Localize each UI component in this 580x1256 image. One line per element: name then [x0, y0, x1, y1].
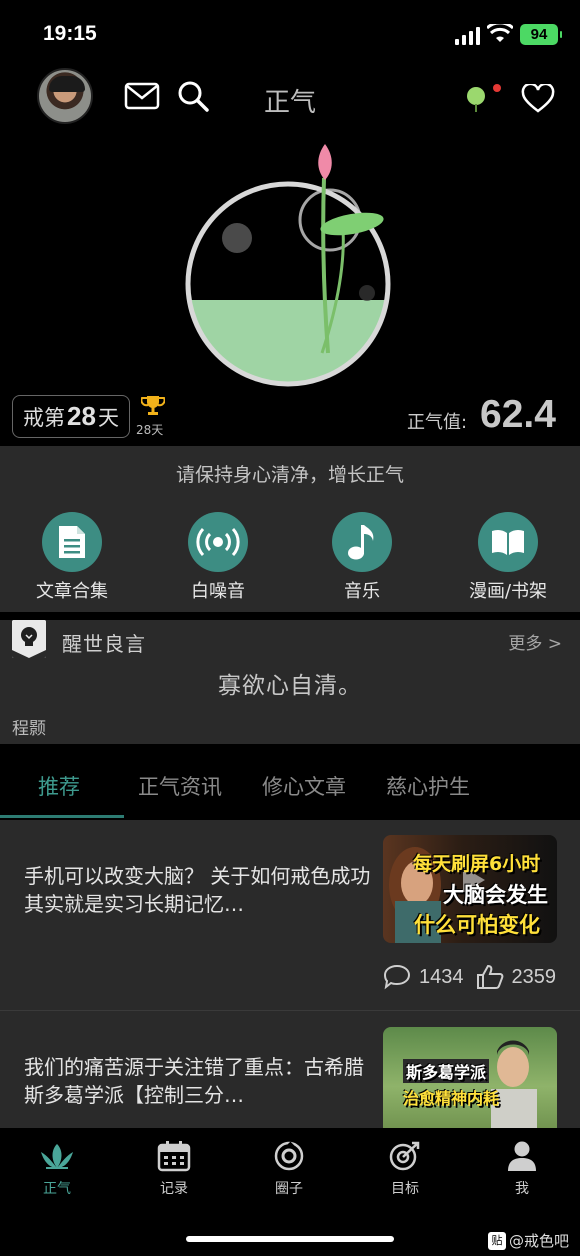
article-thumbnail[interactable]: 每天刷屏6小时 大脑会发生 什么可怕变化	[383, 835, 557, 943]
bottom-nav: 正气 记录 圈子 目标 我 贴 @戒色吧	[0, 1128, 580, 1256]
feed-tabs: 推荐 正气资讯 修心文章 慈心护生	[0, 752, 580, 818]
page-title: 正气	[263, 88, 316, 118]
nav-label: 圈子	[275, 1181, 303, 1197]
search-icon[interactable]	[177, 80, 209, 112]
nav-label: 目标	[391, 1181, 419, 1197]
streak-suffix: 天	[97, 405, 119, 430]
wise-words-card[interactable]: 醒世良言 更多 > 寡欲心自清。 程颢	[0, 620, 580, 744]
article-feed: 手机可以改变大脑？ 关于如何戒色成功其实就是实习长期记忆… 每天刷屏6小时 大脑…	[0, 820, 580, 1128]
tab-news[interactable]: 正气资讯	[138, 771, 222, 801]
heart-icon[interactable]	[521, 84, 555, 114]
quote-author: 程颢	[12, 719, 46, 739]
tab-recommended[interactable]: 推荐	[38, 771, 80, 801]
status-time: 19:15	[43, 22, 97, 45]
watermark: 贴 @戒色吧	[488, 1230, 569, 1251]
wifi-icon	[487, 24, 513, 42]
nav-goals[interactable]: 目标	[365, 1140, 445, 1198]
action-comics-bookshelf[interactable]: 漫画/书架	[443, 512, 573, 603]
streak-prefix: 戒第	[23, 405, 66, 430]
wise-words-title: 醒世良言	[62, 632, 146, 656]
nav-circle[interactable]: 圈子	[249, 1140, 329, 1198]
action-articles[interactable]: 文章合集	[7, 512, 137, 603]
home-indicator[interactable]	[186, 1236, 394, 1242]
thumbnail-caption: 每天刷屏6小时	[413, 853, 541, 875]
mail-icon[interactable]	[124, 82, 160, 110]
avatar[interactable]	[37, 68, 93, 124]
article-stats: 1434 2359	[383, 964, 556, 990]
document-icon	[42, 512, 102, 572]
qi-value-label: 正气值:	[407, 412, 468, 433]
article-card[interactable]: 手机可以改变大脑？ 关于如何戒色成功其实就是实习长期记忆… 每天刷屏6小时 大脑…	[0, 820, 580, 1010]
comment-icon[interactable]	[383, 964, 411, 990]
streak-days: 28	[67, 401, 96, 431]
music-note-icon	[332, 512, 392, 572]
lotus-icon	[41, 1144, 73, 1169]
status-bar: 19:15 94	[0, 0, 580, 64]
action-label: 漫画/书架	[468, 581, 548, 602]
tab-compassion[interactable]: 慈心护生	[386, 771, 470, 801]
notification-dot	[493, 84, 501, 92]
motto-text: 请保持身心清净，增长正气	[175, 464, 404, 486]
book-icon	[478, 512, 538, 572]
comment-count: 1434	[419, 965, 464, 988]
nav-home[interactable]: 正气	[17, 1140, 97, 1198]
more-link[interactable]: 更多 >	[508, 629, 562, 654]
action-music[interactable]: 音乐	[297, 512, 427, 603]
trophy-icon	[141, 396, 165, 415]
article-title: 我们的痛苦源于关注错了重点：古希腊斯多葛学派【控制三分…	[24, 1055, 364, 1107]
user-icon	[508, 1141, 536, 1171]
tab-articles[interactable]: 修心文章	[262, 771, 346, 801]
thumbs-up-icon[interactable]	[476, 964, 504, 990]
action-label: 音乐	[344, 581, 380, 602]
nav-me[interactable]: 我	[482, 1140, 562, 1198]
action-label: 文章合集	[36, 581, 108, 602]
quote-text: 寡欲心自清。	[218, 673, 362, 699]
cellular-signal-icon	[455, 27, 481, 45]
nav-label: 正气	[43, 1181, 71, 1197]
action-white-noise[interactable]: 白噪音	[153, 512, 283, 603]
thumbnail-caption: 斯多葛学派	[403, 1059, 490, 1083]
quick-actions-panel: 请保持身心清净，增长正气 文章合集 白噪音 音乐 漫画/书架	[0, 446, 580, 612]
thumbnail-caption: 治愈精神内耗	[403, 1089, 500, 1108]
article-title: 手机可以改变大脑？ 关于如何戒色成功其实就是实习长期记忆…	[24, 864, 371, 916]
battery-indicator: 94	[520, 24, 562, 45]
watermark-badge: 贴	[488, 1231, 506, 1250]
like-count: 2359	[511, 965, 557, 988]
lightbulb-bookmark-icon	[12, 620, 46, 658]
target-icon	[389, 1141, 420, 1171]
tab-indicator	[0, 815, 124, 818]
best-streak-label: 28天	[136, 423, 164, 437]
nav-label: 记录	[160, 1181, 188, 1197]
action-label: 白噪音	[191, 581, 245, 602]
calendar-icon	[157, 1141, 191, 1172]
mood-tree-icon[interactable]	[467, 87, 485, 112]
nav-records[interactable]: 记录	[134, 1140, 214, 1198]
watermark-text: @戒色吧	[509, 1232, 570, 1250]
thumbnail-caption: 什么可怕变化	[414, 913, 540, 937]
qi-value: 62.4	[480, 393, 556, 436]
broadcast-icon	[188, 512, 248, 572]
nav-label: 我	[515, 1181, 529, 1197]
article-card[interactable]: 我们的痛苦源于关注错了重点：古希腊斯多葛学派【控制三分… 斯多葛学派 治愈精神内…	[0, 1011, 580, 1128]
circle-icon	[274, 1141, 304, 1171]
article-thumbnail[interactable]: 斯多葛学派 治愈精神内耗	[383, 1027, 557, 1128]
lotus-globe-illustration	[185, 144, 391, 387]
streak-counter[interactable]: 戒第 28 天	[12, 395, 130, 438]
thumbnail-caption: 大脑会发生	[443, 883, 548, 907]
